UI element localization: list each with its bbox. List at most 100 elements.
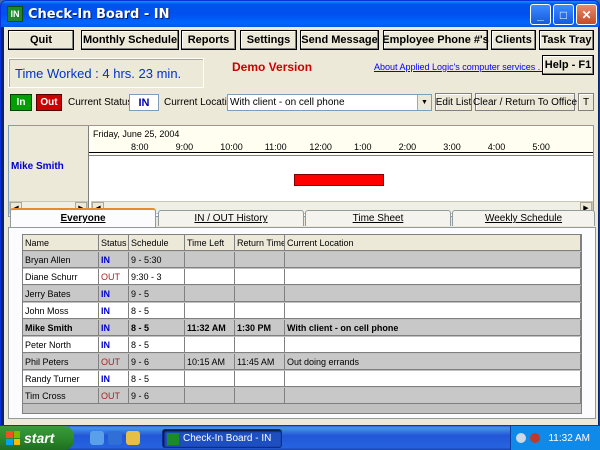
table-cell-return-time xyxy=(235,269,285,285)
table-cell-time-left xyxy=(185,337,235,353)
app-icon xyxy=(167,432,179,445)
internet-explorer-icon[interactable] xyxy=(90,431,104,445)
table-cell-name: Randy Turner xyxy=(23,371,99,387)
t-button[interactable]: T xyxy=(578,93,594,111)
table-row[interactable]: Phil Peters OUT 9 - 6 10:15 AM 11:45 AM Out d… xyxy=(23,354,581,370)
table-cell-return-time xyxy=(235,252,285,268)
timeline-tick-label: 1:00 xyxy=(354,142,372,152)
task-tray-button[interactable]: Task Tray xyxy=(539,30,594,50)
table-row[interactable]: Tim Cross OUT 9 - 6 xyxy=(23,388,581,404)
timeline-tick-label: 3:00 xyxy=(443,142,461,152)
table-row[interactable]: Jerry Bates IN 9 - 5 xyxy=(23,286,581,302)
monthly-schedule-button[interactable]: Monthly Schedule xyxy=(81,30,179,50)
table-cell-current-location xyxy=(285,371,581,387)
table-row[interactable]: Bryan Allen IN 9 - 5:30 xyxy=(23,252,581,268)
clock[interactable]: 11:32 AM xyxy=(548,433,590,444)
column-header[interactable]: Return Time xyxy=(235,235,285,251)
table-cell-return-time xyxy=(235,303,285,319)
reports-button[interactable]: Reports xyxy=(181,30,236,50)
timeline-tick-label: 2:00 xyxy=(398,142,417,152)
taskbar-app-button[interactable]: Check-In Board - IN xyxy=(162,429,282,448)
table-cell-name: Bryan Allen xyxy=(23,252,99,268)
table-cell-current-location xyxy=(285,286,581,302)
column-header[interactable]: Time Left xyxy=(185,235,235,251)
table-row[interactable]: Randy Turner IN 8 - 5 xyxy=(23,371,581,387)
timeline-out-bar[interactable] xyxy=(294,174,384,186)
app-icon: IN xyxy=(7,6,23,22)
quit-button[interactable]: Quit xyxy=(8,30,74,50)
table-cell-schedule: 9 - 6 xyxy=(129,354,185,370)
timeline-employee-name[interactable]: Mike Smith xyxy=(11,161,64,172)
title-bar[interactable]: IN Check-In Board - IN _ □ ✕ xyxy=(1,1,599,27)
timeline-ruler xyxy=(89,152,593,155)
table-cell-name: John Moss xyxy=(23,303,99,319)
column-header[interactable]: Name xyxy=(23,235,99,251)
minimize-button[interactable]: _ xyxy=(530,4,551,25)
table-cell-status: OUT xyxy=(99,354,129,370)
table-cell-status: IN xyxy=(99,320,129,336)
table-cell-return-time: 1:30 PM xyxy=(235,320,285,336)
table-row[interactable]: Diane Schurr OUT 9:30 - 3 xyxy=(23,269,581,285)
grid-vertical-scrollbar[interactable] xyxy=(586,234,594,414)
tab-time-sheet[interactable]: Time Sheet xyxy=(305,210,451,226)
timeline-panel: Mike Smith ◀ ▶ Friday, June 25, 2004 8:0… xyxy=(8,125,594,217)
clear-return-button[interactable]: Clear / Return To Office xyxy=(473,93,577,111)
edit-list-button[interactable]: Edit List xyxy=(435,93,472,111)
timeline-tick-label: 4:00 xyxy=(487,142,506,152)
maximize-button[interactable]: □ xyxy=(553,4,574,25)
table-cell-time-left xyxy=(185,252,235,268)
table-cell-return-time: 11:45 AM xyxy=(235,354,285,370)
tab-in-out-history[interactable]: IN / OUT History xyxy=(158,210,304,226)
table-cell-schedule: 9 - 5 xyxy=(129,286,185,302)
table-cell-time-left: 10:15 AM xyxy=(185,354,235,370)
in-button[interactable]: In xyxy=(10,94,32,111)
show-desktop-icon[interactable] xyxy=(108,431,122,445)
close-button[interactable]: ✕ xyxy=(576,4,597,25)
table-row[interactable]: Peter North IN 8 - 5 xyxy=(23,337,581,353)
timeline-tick-label: 11:00 xyxy=(264,142,287,152)
start-button[interactable]: start xyxy=(0,426,74,450)
employee-phone-button[interactable]: Employee Phone #'s xyxy=(382,30,489,50)
folder-icon[interactable] xyxy=(126,431,140,445)
taskbar-app-label: Check-In Board - IN xyxy=(183,433,272,444)
column-header[interactable]: Schedule xyxy=(129,235,185,251)
table-cell-status: OUT xyxy=(99,269,129,285)
settings-button[interactable]: Settings xyxy=(240,30,297,50)
demo-label: Demo Version xyxy=(232,60,313,74)
table-cell-name: Mike Smith xyxy=(23,320,99,336)
everyone-panel: Name Status Schedule Time Left Return Time Cu… xyxy=(8,227,596,419)
table-row[interactable]: John Moss IN 8 - 5 xyxy=(23,303,581,319)
table-row[interactable]: Mike Smith IN 8 - 5 11:32 AM 1:30 PM With cli… xyxy=(23,320,581,336)
about-link[interactable]: About Applied Logic's computer services … xyxy=(374,62,550,72)
taskbar: start Check-In Board - IN 11:32 AM xyxy=(0,426,600,450)
out-button[interactable]: Out xyxy=(36,94,62,111)
network-icon[interactable] xyxy=(516,433,527,443)
help-button[interactable]: Help - F1 xyxy=(542,55,594,75)
send-message-button[interactable]: Send Message xyxy=(300,30,379,50)
table-cell-current-location xyxy=(285,269,581,285)
table-cell-status: IN xyxy=(99,303,129,319)
timeline-tick-label: 10:00 xyxy=(220,142,243,152)
table-cell-schedule: 9:30 - 3 xyxy=(129,269,185,285)
tab-everyone[interactable]: Everyone xyxy=(10,208,156,227)
table-cell-schedule: 8 - 5 xyxy=(129,320,185,336)
table-cell-name: Tim Cross xyxy=(23,388,99,404)
table-cell-current-location xyxy=(285,303,581,319)
window-title: Check-In Board - IN xyxy=(28,6,170,22)
chevron-down-icon[interactable]: ▼ xyxy=(417,95,431,110)
client-area: Quit Monthly Schedule Reports Settings S… xyxy=(4,27,598,425)
column-header[interactable]: Status xyxy=(99,235,129,251)
table-cell-status: IN xyxy=(99,286,129,302)
table-cell-time-left: 11:32 AM xyxy=(185,320,235,336)
tab-weekly-schedule[interactable]: Weekly Schedule xyxy=(452,210,595,226)
location-select[interactable]: With client - on cell phone ▼ xyxy=(227,94,432,111)
timeline-date: Friday, June 25, 2004 xyxy=(93,129,180,139)
security-icon[interactable] xyxy=(530,433,541,443)
column-header[interactable]: Current Location xyxy=(285,235,581,251)
table-cell-time-left xyxy=(185,286,235,302)
table-cell-status: IN xyxy=(99,252,129,268)
table-cell-status: IN xyxy=(99,371,129,387)
table-cell-schedule: 8 - 5 xyxy=(129,303,185,319)
clients-button[interactable]: Clients xyxy=(491,30,536,50)
table-cell-time-left xyxy=(185,269,235,285)
